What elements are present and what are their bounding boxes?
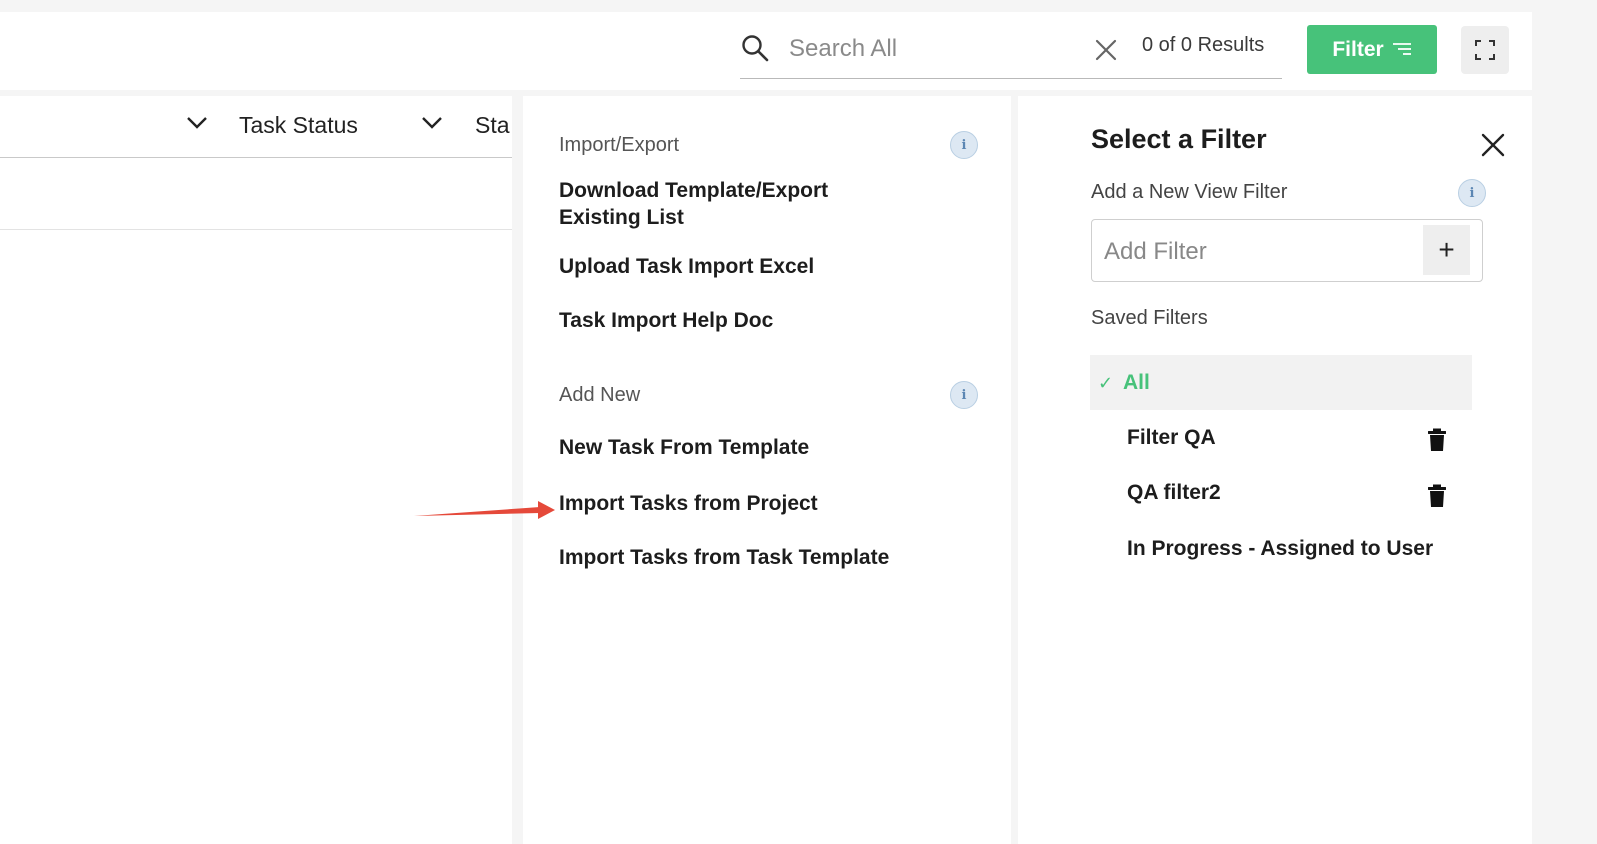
trash-icon[interactable]: [1427, 484, 1447, 508]
saved-filters-label: Saved Filters: [1091, 307, 1208, 329]
add-filter-input[interactable]: [1104, 236, 1404, 268]
menu-item-download-template[interactable]: Download Template/Export Existing List: [559, 177, 869, 231]
filter-button-label: Filter: [1332, 37, 1384, 61]
section-import-export-title: Import/Export: [559, 134, 680, 156]
search-input[interactable]: [789, 32, 1079, 66]
menu-item-import-tasks-from-task-template[interactable]: Import Tasks from Task Template: [559, 544, 889, 571]
menu-item-import-tasks-from-project[interactable]: Import Tasks from Project: [559, 490, 818, 517]
info-glyph: i: [961, 137, 967, 153]
filter-panel-title: Select a Filter: [1091, 124, 1267, 154]
table-row-divider: [0, 229, 512, 230]
info-glyph: i: [1469, 185, 1475, 201]
trash-icon[interactable]: [1427, 428, 1447, 452]
saved-filter-item[interactable]: QA filter2: [1127, 481, 1221, 505]
plus-icon: +: [1438, 234, 1455, 265]
chevron-down-icon[interactable]: [184, 110, 210, 136]
info-icon[interactable]: i: [950, 381, 978, 409]
add-view-filter-label: Add a New View Filter: [1091, 181, 1288, 203]
close-icon[interactable]: [1093, 37, 1119, 63]
info-glyph: i: [961, 387, 967, 403]
saved-filter-item[interactable]: Filter QA: [1127, 426, 1216, 450]
menu-item-upload-task-import[interactable]: Upload Task Import Excel: [559, 253, 814, 280]
expand-button[interactable]: [1461, 26, 1509, 74]
section-add-new-title: Add New: [559, 384, 641, 406]
column-header-status[interactable]: Sta: [475, 112, 510, 139]
close-icon[interactable]: [1479, 131, 1507, 159]
search-icon: [742, 35, 769, 62]
menu-item-task-import-help[interactable]: Task Import Help Doc: [559, 307, 773, 334]
menu-item-new-task-from-template[interactable]: New Task From Template: [559, 434, 809, 461]
add-filter-button[interactable]: +: [1423, 225, 1470, 275]
annotation-arrow-icon: [414, 501, 555, 519]
saved-filter-label: All: [1123, 371, 1150, 394]
chevron-down-icon[interactable]: [419, 110, 445, 136]
check-icon: ✓: [1098, 373, 1114, 393]
filter-panel: [1018, 96, 1532, 844]
filter-button[interactable]: Filter: [1307, 25, 1437, 74]
task-table: Task Status Sta: [0, 96, 512, 844]
filter-lines-icon: [1392, 42, 1411, 55]
expand-icon: [1475, 40, 1495, 60]
saved-filter-item[interactable]: In Progress - Assigned to User: [1127, 537, 1433, 561]
column-header-task-status[interactable]: Task Status: [239, 112, 358, 139]
info-icon[interactable]: i: [950, 131, 978, 159]
info-icon[interactable]: i: [1458, 179, 1486, 207]
results-count: 0 of 0 Results: [1142, 34, 1265, 56]
